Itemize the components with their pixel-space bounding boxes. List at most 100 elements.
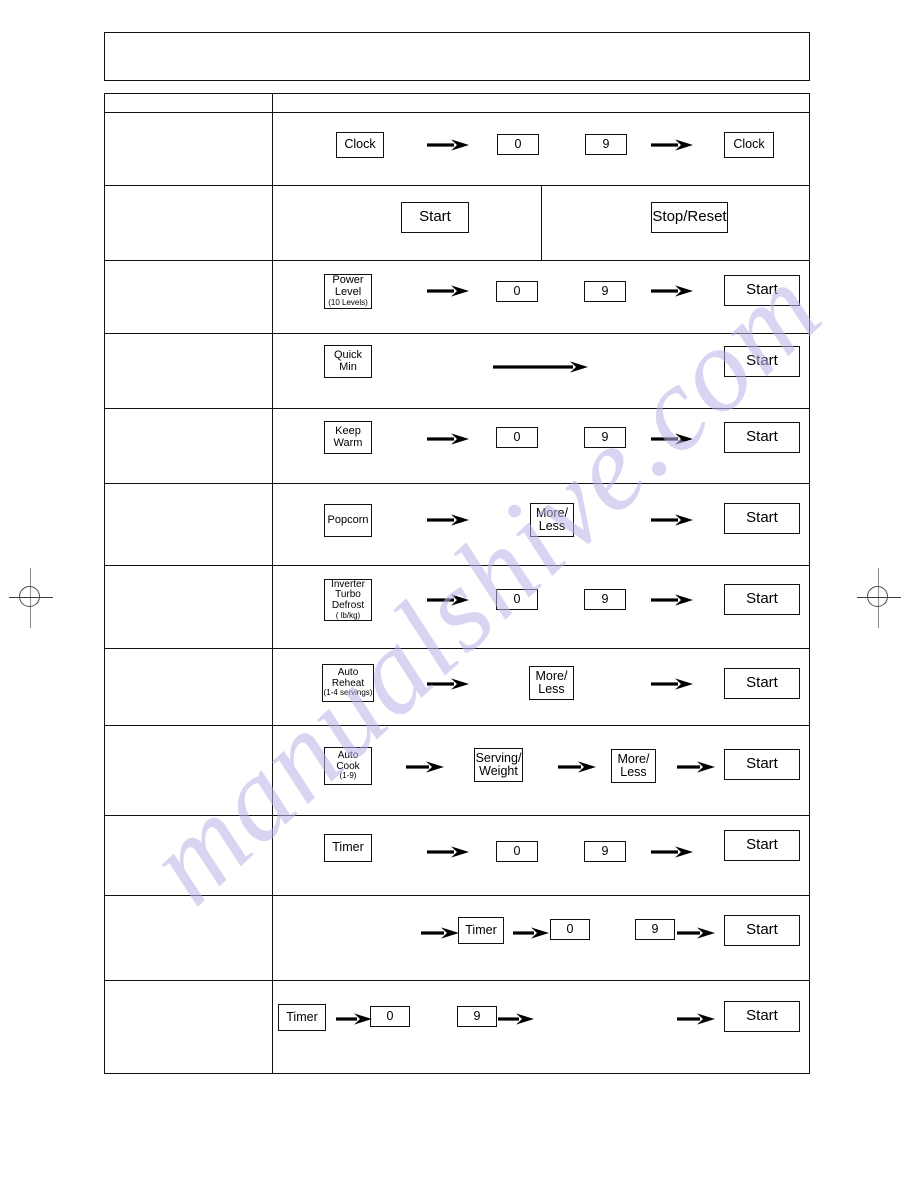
key-button-0[interactable]: 0 bbox=[496, 841, 538, 862]
flow-arrow-icon bbox=[677, 1012, 715, 1026]
table-row-start-stopreset: Start Stop/Reset bbox=[105, 186, 809, 261]
registration-mark-right bbox=[849, 568, 909, 628]
key-label-line: Start bbox=[746, 428, 778, 446]
key-label-line: Timer bbox=[465, 922, 497, 937]
procedure-cell-clock: Clock 0 9 Clock bbox=[273, 113, 809, 185]
step-sequence: Auto Cook (1-9) Serving/Weight More/Less Star… bbox=[273, 726, 809, 815]
procedure-cell-timer-standing: Timer 0 9 Start bbox=[273, 896, 809, 980]
table-header-strip bbox=[105, 94, 809, 113]
table-row-clock: Clock 0 9 Clock bbox=[105, 113, 809, 186]
key-button-0[interactable]: 0 bbox=[496, 589, 538, 610]
key-button-0[interactable]: 0 bbox=[370, 1006, 410, 1027]
key-button-serving-weight[interactable]: Serving/Weight bbox=[474, 748, 523, 782]
feature-cell-popcorn bbox=[105, 484, 273, 565]
key-button-start[interactable]: Start bbox=[724, 749, 800, 780]
key-button-more-less[interactable]: More/Less bbox=[529, 666, 574, 700]
key-label-line: Weight bbox=[479, 764, 518, 778]
flow-arrow-icon bbox=[406, 760, 444, 774]
flow-arrow-icon bbox=[427, 138, 469, 152]
table-row-popcorn: Popcorn More/Less Start bbox=[105, 484, 809, 566]
procedure-cell-start-stopreset: Start Stop/Reset bbox=[273, 186, 809, 260]
step-sequence: Quick Min Start bbox=[273, 334, 809, 408]
key-button-start[interactable]: Start bbox=[401, 202, 469, 233]
flow-arrow-icon bbox=[651, 845, 693, 859]
key-button-0[interactable]: 0 bbox=[496, 281, 538, 302]
key-label-line: Timer bbox=[286, 1009, 318, 1024]
step-sequence: Keep Warm 0 9 Start bbox=[273, 409, 809, 483]
key-button-timer[interactable]: Timer bbox=[324, 834, 372, 862]
table-row-timer-hold: Timer 0 9 Start bbox=[105, 981, 809, 1074]
step-sequence: Power Level (10 Levels) 0 9 Start bbox=[273, 261, 809, 333]
key-button-more-less[interactable]: More/Less bbox=[530, 503, 574, 537]
key-button-stop-reset[interactable]: Stop/Reset bbox=[651, 202, 728, 233]
key-button-9[interactable]: 9 bbox=[457, 1006, 497, 1027]
key-button-0[interactable]: 0 bbox=[497, 134, 539, 155]
key-button-clock[interactable]: Clock bbox=[724, 132, 774, 158]
flow-arrow-icon bbox=[677, 926, 715, 940]
key-label-line: Keep bbox=[335, 424, 361, 437]
key-button-start[interactable]: Start bbox=[724, 915, 800, 946]
feature-cell-clock bbox=[105, 113, 273, 185]
key-button-keep-warm[interactable]: Keep Warm bbox=[324, 421, 372, 454]
key-label-line: Start bbox=[746, 590, 778, 608]
key-button-auto-reheat[interactable]: Auto Reheat (1-4 servings) bbox=[322, 664, 374, 702]
key-label-line: Less bbox=[538, 519, 566, 533]
procedure-cell-power-level: Power Level (10 Levels) 0 9 Start bbox=[273, 261, 809, 333]
key-label-line: 0 bbox=[514, 136, 522, 151]
key-label-line: 9 bbox=[473, 1008, 481, 1023]
key-button-start[interactable]: Start bbox=[724, 503, 800, 534]
table-row-timer-delay: Timer 0 9 Start bbox=[105, 816, 809, 896]
flow-arrow-icon bbox=[427, 845, 469, 859]
key-label-line: 9 bbox=[601, 591, 609, 606]
regmark-circle bbox=[867, 586, 888, 607]
flow-arrow-icon bbox=[498, 1012, 534, 1026]
key-button-clock[interactable]: Clock bbox=[336, 132, 384, 158]
key-label-line: Clock bbox=[344, 137, 376, 152]
key-label-line: 0 bbox=[513, 591, 521, 606]
step-sequence: Clock 0 9 Clock bbox=[273, 113, 809, 185]
flow-arrow-icon bbox=[651, 513, 693, 527]
key-button-timer[interactable]: Timer bbox=[278, 1004, 326, 1031]
key-label-line: Serving/ bbox=[475, 750, 522, 765]
key-sublabel: (1-9) bbox=[339, 771, 357, 781]
key-button-power-level[interactable]: Power Level (10 Levels) bbox=[324, 274, 372, 309]
feature-cell-start-stopreset bbox=[105, 186, 273, 260]
key-button-inverter-turbo-defrost[interactable]: Inverter Turbo Defrost( lb/kg) bbox=[324, 579, 372, 621]
key-button-9[interactable]: 9 bbox=[585, 134, 627, 155]
key-button-popcorn[interactable]: Popcorn bbox=[324, 504, 372, 537]
key-button-0[interactable]: 0 bbox=[496, 427, 538, 448]
key-button-9[interactable]: 9 bbox=[584, 427, 626, 448]
key-button-start[interactable]: Start bbox=[724, 1001, 800, 1032]
key-button-start[interactable]: Start bbox=[724, 422, 800, 453]
key-button-more-less[interactable]: More/Less bbox=[611, 749, 656, 783]
key-button-start[interactable]: Start bbox=[724, 346, 800, 377]
key-button-auto-cook[interactable]: Auto Cook (1-9) bbox=[324, 747, 372, 785]
feature-cell-inverter-turbo-defrost bbox=[105, 566, 273, 648]
operation-procedure-table: Clock 0 9 Clock Start Stop/Reset Power Level (10… bbox=[104, 93, 810, 1074]
feature-cell-auto-reheat bbox=[105, 649, 273, 725]
key-button-start[interactable]: Start bbox=[724, 584, 800, 615]
procedure-cell-auto-reheat: Auto Reheat (1-4 servings) More/Less Start bbox=[273, 649, 809, 725]
header-cell-feature bbox=[105, 94, 273, 112]
step-sequence: Popcorn More/Less Start bbox=[273, 484, 809, 565]
key-label-line: More/ bbox=[617, 751, 650, 766]
flow-arrow-icon bbox=[513, 926, 549, 940]
flow-arrow-icon bbox=[427, 284, 469, 298]
key-button-start[interactable]: Start bbox=[724, 668, 800, 699]
key-label-line: Quick bbox=[333, 348, 363, 361]
key-label-line: Start bbox=[746, 352, 778, 370]
key-button-start[interactable]: Start bbox=[724, 830, 800, 861]
key-button-0[interactable]: 0 bbox=[550, 919, 590, 940]
step-sequence: Timer 0 9 Start bbox=[273, 896, 809, 980]
step-sequence: Start Stop/Reset bbox=[273, 186, 809, 260]
key-button-quick-min[interactable]: Quick Min bbox=[324, 345, 372, 378]
table-row-inverter-turbo-defrost: Inverter Turbo Defrost( lb/kg) 0 9 Start bbox=[105, 566, 809, 649]
key-button-start[interactable]: Start bbox=[724, 275, 800, 306]
key-button-9[interactable]: 9 bbox=[584, 281, 626, 302]
key-button-9[interactable]: 9 bbox=[584, 589, 626, 610]
key-button-timer[interactable]: Timer bbox=[458, 917, 504, 944]
key-label-line: 9 bbox=[651, 921, 659, 936]
key-button-9[interactable]: 9 bbox=[584, 841, 626, 862]
key-button-9[interactable]: 9 bbox=[635, 919, 675, 940]
step-sequence: Timer 0 9 Start bbox=[273, 816, 809, 895]
